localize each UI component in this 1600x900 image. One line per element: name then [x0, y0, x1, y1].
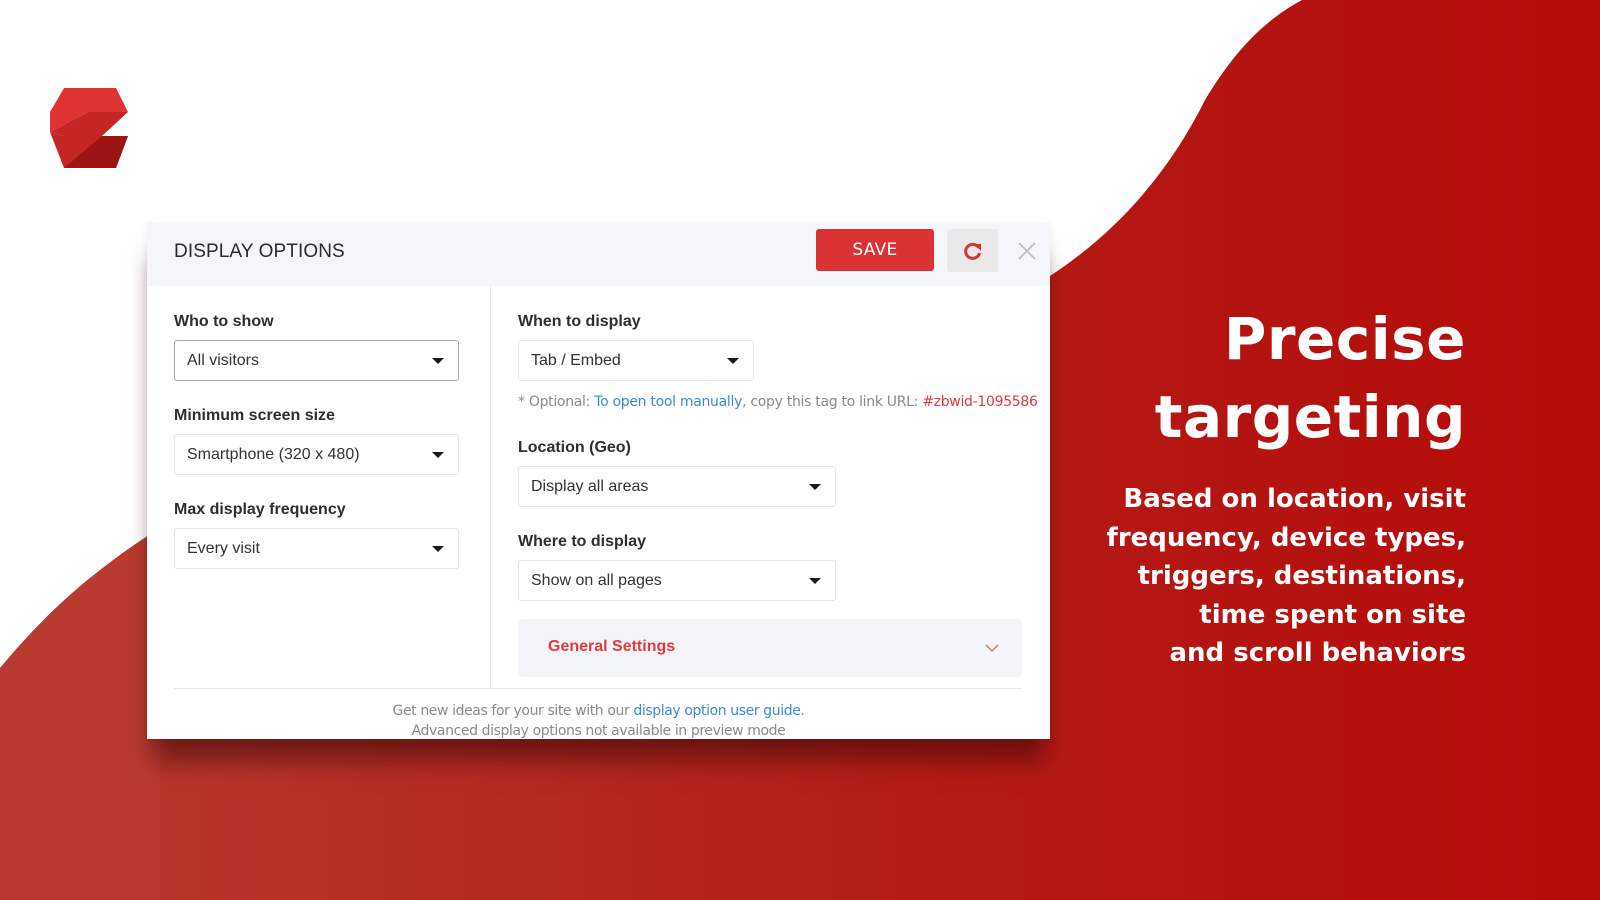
caret-down-icon: [727, 358, 739, 364]
display-options-panel: DISPLAY OPTIONS SAVE Who to show All vis…: [147, 223, 1050, 739]
where-to-display-value: Show on all pages: [531, 571, 662, 589]
chevron-down-icon: [985, 644, 999, 652]
column-divider: [490, 286, 491, 688]
user-guide-link[interactable]: display option user guide: [633, 703, 800, 719]
promo-headline: Precise targeting: [1155, 300, 1466, 456]
who-to-show-value: All visitors: [187, 351, 260, 369]
refresh-button[interactable]: [947, 229, 998, 272]
who-to-show-select[interactable]: All visitors: [174, 340, 459, 381]
max-frequency-value: Every visit: [187, 539, 260, 557]
who-to-show-label: Who to show: [174, 313, 274, 330]
preview-mode-notice: Advanced display options not available i…: [411, 723, 786, 739]
close-button[interactable]: [1013, 239, 1041, 263]
caret-down-icon: [432, 358, 444, 364]
min-screen-size-select[interactable]: Smartphone (320 x 480): [174, 434, 459, 475]
save-button[interactable]: SAVE: [816, 229, 934, 271]
location-select[interactable]: Display all areas: [518, 466, 836, 507]
panel-header: DISPLAY OPTIONS SAVE: [147, 223, 1050, 286]
promo-subtext: Based on location, visit frequency, devi…: [1106, 484, 1466, 668]
refresh-icon: [963, 242, 981, 260]
headline-line-1: Precise: [1223, 305, 1466, 373]
when-to-display-value: Tab / Embed: [531, 351, 621, 369]
caret-down-icon: [809, 578, 821, 584]
close-icon: [1018, 242, 1036, 260]
general-settings-label: General Settings: [548, 638, 676, 655]
caret-down-icon: [809, 484, 821, 490]
hint-middle: , copy this tag to link URL:: [742, 394, 923, 410]
where-to-display-select[interactable]: Show on all pages: [518, 560, 836, 601]
when-to-display-label: When to display: [518, 313, 641, 330]
location-value: Display all areas: [531, 477, 649, 495]
headline-line-2: targeting: [1154, 383, 1466, 451]
max-frequency-select[interactable]: Every visit: [174, 528, 459, 569]
when-to-display-select[interactable]: Tab / Embed: [518, 340, 754, 381]
footer-divider: [174, 688, 1022, 689]
location-label: Location (Geo): [518, 439, 631, 456]
footer-prefix: Get new ideas for your site with our: [392, 703, 634, 719]
optional-hint: * Optional: To open tool manually, copy …: [518, 394, 1038, 410]
where-to-display-label: Where to display: [518, 533, 647, 550]
min-screen-size-value: Smartphone (320 x 480): [187, 445, 360, 463]
caret-down-icon: [432, 546, 444, 552]
general-settings-accordion[interactable]: General Settings: [518, 619, 1022, 677]
footer-guide-text: Get new ideas for your site with our dis…: [147, 703, 1050, 719]
caret-down-icon: [432, 452, 444, 458]
min-screen-size-label: Minimum screen size: [174, 407, 335, 424]
zotabox-logo-icon: [50, 88, 128, 168]
widget-tag: #zbwid-1095586: [922, 394, 1038, 410]
max-frequency-label: Max display frequency: [174, 501, 346, 518]
open-tool-manually-link[interactable]: To open tool manually: [594, 394, 742, 410]
panel-title: DISPLAY OPTIONS: [174, 241, 345, 262]
hint-prefix: * Optional:: [518, 394, 595, 410]
footer-suffix: .: [800, 703, 805, 719]
